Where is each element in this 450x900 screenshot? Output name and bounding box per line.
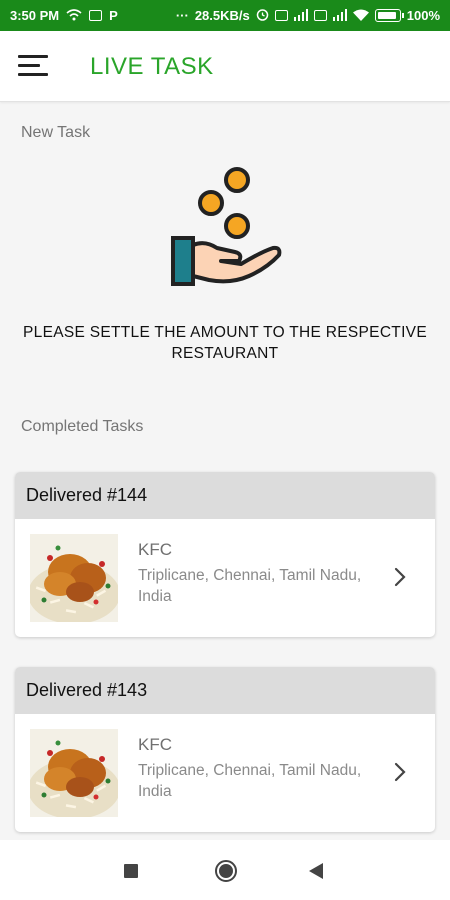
new-task-label: New Task	[21, 124, 91, 141]
food-image	[30, 534, 118, 622]
food-image	[30, 729, 118, 817]
completed-tasks-label: Completed Tasks	[21, 418, 144, 435]
store-address: Triplicane, Chennai, Tamil Nadu, India	[138, 567, 362, 605]
status-left: 3:50 PM P	[10, 8, 118, 23]
store-address: Triplicane, Chennai, Tamil Nadu, India	[138, 762, 362, 800]
wifi-icon	[352, 9, 369, 23]
task-card-143[interactable]: Delivered #143 KFC Triplicane, Chennai, …	[15, 667, 435, 832]
signal-1-icon	[293, 8, 308, 23]
app-bar: LIVE TASK	[0, 31, 450, 102]
task-card-body: KFC Triplicane, Chennai, Tamil Nadu, Ind…	[15, 714, 435, 832]
menu-icon[interactable]	[18, 53, 50, 79]
chevron-right-icon[interactable]	[393, 761, 407, 783]
battery-icon	[374, 9, 404, 22]
network-speed: 28.5KB/s	[194, 8, 250, 23]
battery-level: 100%	[406, 8, 440, 23]
wifi-calling-icon	[66, 8, 82, 23]
store-name: KFC	[138, 735, 172, 754]
settle-message: PLEASE SETTLE THE AMOUNT TO THE RESPECTI…	[23, 324, 427, 362]
status-right: ··· 28.5KB/s 100%	[176, 8, 440, 23]
signal-2-icon	[332, 8, 347, 23]
page-title: LIVE TASK	[90, 53, 214, 80]
hand-coins-icon	[171, 167, 282, 286]
task-card-title: Delivered #144	[15, 472, 435, 519]
home-icon[interactable]	[214, 859, 238, 883]
system-nav-bar	[0, 840, 450, 900]
hd-icon	[274, 10, 288, 21]
task-card-144[interactable]: Delivered #144 KFC Triplicane, Chennai, …	[15, 472, 435, 637]
volte-icon	[313, 10, 327, 21]
recent-apps-icon[interactable]	[124, 864, 138, 878]
task-card-body: KFC Triplicane, Chennai, Tamil Nadu, Ind…	[15, 519, 435, 637]
back-icon[interactable]	[308, 862, 324, 880]
status-time: 3:50 PM	[10, 8, 60, 23]
chevron-right-icon[interactable]	[393, 566, 407, 588]
task-card-title: Delivered #143	[15, 667, 435, 714]
parking-icon: P	[109, 8, 118, 23]
status-bar: 3:50 PM P ··· 28.5KB/s 100%	[0, 0, 450, 31]
alarm-icon	[256, 8, 269, 23]
more-notifications-icon: ···	[175, 8, 189, 23]
store-name: KFC	[138, 540, 172, 559]
download-icon	[89, 10, 103, 21]
